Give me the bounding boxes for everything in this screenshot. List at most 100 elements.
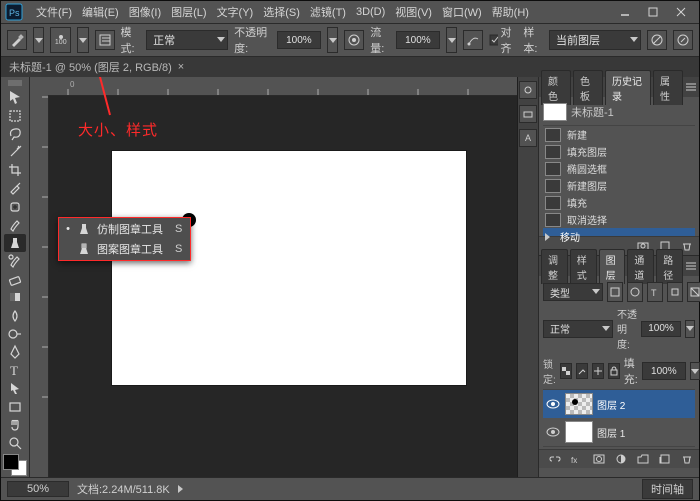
pen-tool[interactable] — [4, 343, 26, 361]
layer-thumbnail[interactable] — [565, 421, 593, 443]
history-item[interactable]: 填充 — [543, 194, 695, 211]
layer-row[interactable]: 图层 2 — [543, 390, 695, 418]
opacity-dropdown[interactable] — [327, 27, 338, 53]
tab-color[interactable]: 颜色 — [541, 70, 571, 105]
layer-new-button[interactable] — [657, 452, 673, 466]
layer-adjust-button[interactable] — [613, 452, 629, 466]
brush-dropdown[interactable] — [77, 27, 88, 53]
tab-properties[interactable]: 属性 — [653, 70, 683, 105]
layer-mask-button[interactable] — [591, 452, 607, 466]
dodge-tool[interactable] — [4, 325, 26, 343]
flow-input[interactable]: 100% — [396, 31, 440, 49]
history-item[interactable]: 新建 — [543, 126, 695, 143]
brush-tool[interactable] — [4, 216, 26, 234]
flyout-item-pattern-stamp[interactable]: 图案图章工具 S — [59, 239, 190, 259]
flyout-item-clone-stamp[interactable]: • 仿制图章工具 S — [59, 219, 190, 239]
hand-tool[interactable] — [4, 416, 26, 434]
clone-stamp-tool[interactable] — [4, 234, 26, 252]
eraser-tool[interactable] — [4, 270, 26, 288]
layer-delete-button[interactable] — [679, 452, 695, 466]
tab-styles[interactable]: 样式 — [570, 249, 597, 284]
layer-fx-button[interactable]: fx — [569, 452, 585, 466]
eyedropper-tool[interactable] — [4, 179, 26, 197]
magic-wand-tool[interactable] — [4, 143, 26, 161]
pressure-size-toggle[interactable] — [673, 30, 693, 50]
fg-swatch[interactable] — [3, 454, 19, 470]
history-menu-icon[interactable] — [685, 80, 697, 94]
flow-dropdown[interactable] — [446, 27, 457, 53]
window-maximize-button[interactable] — [641, 3, 665, 21]
brush-panel-toggle[interactable] — [95, 30, 115, 50]
canvas[interactable] — [112, 151, 466, 385]
document-tab[interactable]: 未标题-1 @ 50% (图层 2, RGB/8) — [9, 59, 172, 75]
history-item[interactable]: 椭圆选框 — [543, 160, 695, 177]
history-item[interactable]: 新建图层 — [543, 177, 695, 194]
tab-history[interactable]: 历史记录 — [605, 70, 651, 105]
history-brush-tool[interactable] — [4, 252, 26, 270]
menu-layer[interactable]: 图层(L) — [166, 4, 211, 20]
shape-tool[interactable] — [4, 397, 26, 415]
path-select-tool[interactable] — [4, 379, 26, 397]
tool-preset-picker[interactable] — [7, 30, 27, 50]
fg-bg-swatches[interactable] — [3, 454, 27, 476]
filter-shape-icon[interactable] — [667, 282, 683, 302]
collapsed-panel-button-3[interactable]: A — [519, 129, 537, 147]
layer-fill-dropdown[interactable] — [690, 362, 700, 380]
ignore-adjustment-toggle[interactable] — [647, 30, 667, 50]
menu-type[interactable]: 文字(Y) — [212, 4, 259, 20]
tool-preset-dropdown[interactable] — [33, 27, 44, 53]
zoom-input[interactable]: 50% — [7, 481, 69, 497]
layer-opacity-dropdown[interactable] — [685, 320, 695, 338]
layer-group-button[interactable] — [635, 452, 651, 466]
tab-channels[interactable]: 通道 — [627, 249, 654, 284]
menu-filter[interactable]: 滤镜(T) — [305, 4, 351, 20]
layers-menu-icon[interactable] — [685, 259, 697, 273]
ruler-vertical[interactable] — [30, 77, 49, 478]
menu-window[interactable]: 窗口(W) — [437, 4, 487, 20]
aligned-checkbox[interactable]: 对齐 — [489, 24, 517, 56]
menu-file[interactable]: 文件(F) — [31, 4, 77, 20]
menu-3d[interactable]: 3D(D) — [351, 6, 390, 18]
type-tool[interactable]: T — [4, 361, 26, 379]
layer-fill-input[interactable]: 100% — [642, 362, 686, 380]
layer-opacity-input[interactable]: 100% — [641, 321, 681, 337]
history-item[interactable]: 取消选择 — [543, 211, 695, 228]
blur-tool[interactable] — [4, 307, 26, 325]
opacity-input[interactable]: 100% — [277, 31, 321, 49]
pressure-opacity-toggle[interactable] — [344, 30, 364, 50]
tab-layers[interactable]: 图层 — [599, 249, 626, 284]
menu-image[interactable]: 图像(I) — [124, 4, 166, 20]
layer-link-button[interactable] — [547, 452, 563, 466]
timeline-button[interactable]: 时间轴 — [642, 479, 693, 499]
document-tab-close[interactable]: × — [178, 61, 184, 73]
gradient-tool[interactable] — [4, 288, 26, 306]
layer-blend-select[interactable]: 正常 — [543, 320, 613, 338]
layer-row[interactable]: 图层 1 — [543, 418, 695, 446]
tab-adjustments[interactable]: 调整 — [541, 249, 568, 284]
tools-drag-handle[interactable] — [4, 79, 26, 86]
filter-smart-icon[interactable] — [687, 282, 700, 302]
collapsed-panel-button-2[interactable] — [519, 105, 537, 123]
brush-preview[interactable]: 100 — [50, 27, 71, 53]
ruler-horizontal[interactable]: 0 — [48, 77, 517, 96]
collapsed-panel-button-1[interactable] — [519, 81, 537, 99]
menu-edit[interactable]: 编辑(E) — [77, 4, 124, 20]
menu-view[interactable]: 视图(V) — [390, 4, 437, 20]
tab-swatches[interactable]: 色板 — [573, 70, 603, 105]
crop-tool[interactable] — [4, 161, 26, 179]
marquee-tool[interactable] — [4, 106, 26, 124]
filter-type-icon[interactable]: T — [647, 282, 663, 302]
move-tool[interactable] — [4, 88, 26, 106]
airbrush-toggle[interactable] — [463, 30, 483, 50]
visibility-toggle[interactable] — [545, 425, 561, 439]
window-minimize-button[interactable] — [613, 3, 637, 21]
filter-adjust-icon[interactable] — [627, 282, 643, 302]
doc-size-menu-icon[interactable] — [178, 485, 183, 493]
sample-select[interactable]: 当前图层 — [549, 30, 641, 50]
lock-position-button[interactable] — [592, 363, 604, 379]
healing-brush-tool[interactable] — [4, 197, 26, 215]
visibility-toggle[interactable] — [545, 397, 561, 411]
menu-help[interactable]: 帮助(H) — [487, 4, 534, 20]
lock-transparency-button[interactable] — [560, 363, 572, 379]
lock-all-button[interactable] — [608, 363, 620, 379]
